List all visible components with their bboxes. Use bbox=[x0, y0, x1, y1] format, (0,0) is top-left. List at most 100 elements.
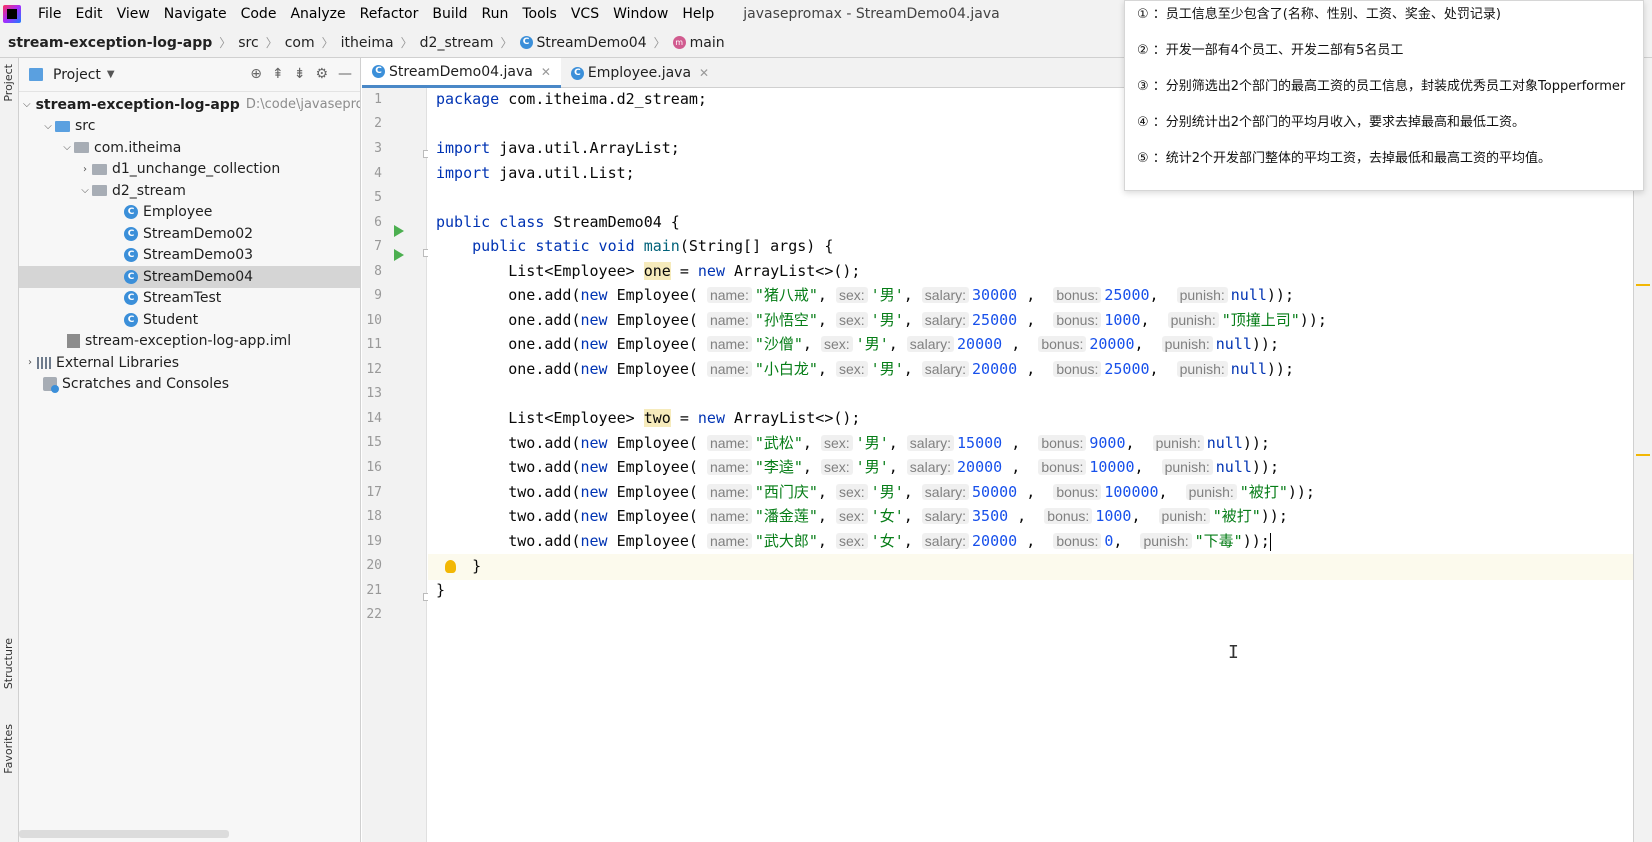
project-tool-tab[interactable]: Project bbox=[2, 64, 15, 102]
menu-help[interactable]: Help bbox=[675, 6, 721, 22]
tree-item-file[interactable]: C StreamDemo03 bbox=[19, 245, 360, 267]
code-text: } bbox=[436, 581, 446, 599]
chevron-down-icon[interactable]: ⌵ bbox=[78, 185, 92, 196]
code-text: } bbox=[472, 557, 482, 575]
code-text: two bbox=[508, 434, 536, 452]
tree-item-src[interactable]: ⌵ src bbox=[19, 116, 360, 138]
chevron-right-icon[interactable]: › bbox=[23, 357, 37, 368]
warning-marker[interactable] bbox=[1636, 454, 1650, 456]
code-line-17: two.add(new Employee( name: "西门庆", sex: '男… bbox=[508, 483, 1315, 501]
param-hint: salary: bbox=[921, 312, 970, 328]
menu-view[interactable]: View bbox=[110, 6, 157, 22]
tree-item-d1[interactable]: › d1_unchange_collection bbox=[19, 159, 360, 181]
tab-employee[interactable]: C Employee.java ✕ bbox=[561, 58, 719, 88]
line-number: 20 bbox=[366, 558, 382, 573]
line-number: 12 bbox=[366, 362, 382, 377]
source-folder-icon bbox=[55, 120, 70, 132]
param-hint: name: bbox=[706, 459, 752, 475]
tree-item-package[interactable]: ⌵ com.itheima bbox=[19, 137, 360, 159]
code-editor[interactable]: package com.itheima.d2_stream; import ja… bbox=[428, 88, 1652, 842]
chevron-down-icon[interactable]: ⌵ bbox=[41, 121, 55, 132]
breadcrumb-itheima[interactable]: itheima bbox=[341, 35, 394, 51]
tab-label: Employee.java bbox=[587, 65, 692, 81]
minimize-icon[interactable]: — bbox=[338, 66, 352, 82]
chevron-down-icon[interactable]: ⌵ bbox=[60, 142, 74, 153]
breadcrumb-src[interactable]: src bbox=[238, 35, 258, 51]
menu-tools[interactable]: Tools bbox=[515, 6, 564, 22]
breadcrumb-project[interactable]: stream-exception-log-app bbox=[8, 35, 212, 51]
menu-build[interactable]: Build bbox=[425, 6, 474, 22]
breadcrumb-com[interactable]: com bbox=[285, 35, 315, 51]
expand-all-icon[interactable]: ⇞ bbox=[272, 66, 284, 82]
run-main-icon[interactable] bbox=[394, 249, 404, 261]
tab-streamdemo04[interactable]: C StreamDemo04.java ✕ bbox=[362, 58, 561, 88]
string-literal: "潘金莲" bbox=[754, 507, 818, 525]
gear-icon[interactable]: ⚙ bbox=[315, 66, 328, 82]
favorites-tool-tab[interactable]: Favorites bbox=[2, 724, 15, 774]
tree-item-file[interactable]: C Employee bbox=[19, 202, 360, 224]
param-hint: punish: bbox=[1158, 508, 1210, 524]
structure-tool-tab[interactable]: Structure bbox=[2, 638, 15, 689]
chevron-right-icon[interactable]: › bbox=[78, 164, 92, 175]
line-number: 13 bbox=[366, 386, 382, 401]
tree-item-external-libraries[interactable]: › External Libraries bbox=[19, 352, 360, 374]
requirement-item: ③ ：分别筛选出2个部门的最高工资的员工信息，封装成优秀员工对象Topperfo… bbox=[1137, 79, 1626, 94]
tree-item-d2[interactable]: ⌵ d2_stream bbox=[19, 180, 360, 202]
breadcrumb-separator-icon: 〉 bbox=[265, 36, 278, 50]
number-literal: 30000 bbox=[972, 286, 1018, 304]
menu-file[interactable]: File bbox=[31, 6, 68, 22]
line-number: 6 bbox=[374, 215, 382, 230]
code-text: )); bbox=[1266, 286, 1294, 304]
project-horizontal-scrollbar[interactable] bbox=[19, 830, 229, 838]
code-text: Employee( bbox=[607, 311, 698, 329]
param-hint: salary: bbox=[906, 336, 955, 352]
line-number: 22 bbox=[366, 607, 382, 622]
code-line-14: List<Employee> two = new ArrayList<>(); bbox=[436, 405, 860, 431]
line-number: 17 bbox=[366, 485, 382, 500]
menu-analyze[interactable]: Analyze bbox=[283, 6, 352, 22]
line-number: 21 bbox=[366, 583, 382, 598]
menu-window[interactable]: Window bbox=[606, 6, 675, 22]
menu-vcs[interactable]: VCS bbox=[564, 6, 606, 22]
collapse-all-icon[interactable]: ⇟ bbox=[294, 66, 306, 82]
window-title: javasepromax - StreamDemo04.java bbox=[743, 6, 1000, 22]
run-class-icon[interactable] bbox=[394, 225, 404, 237]
chevron-down-icon[interactable]: ▼ bbox=[107, 69, 115, 80]
menu-edit[interactable]: Edit bbox=[68, 6, 109, 22]
breadcrumb-d2-stream[interactable]: d2_stream bbox=[420, 35, 494, 51]
warning-marker[interactable] bbox=[1636, 284, 1650, 286]
tree-item-file[interactable]: C Student bbox=[19, 309, 360, 331]
number-literal: 15000 bbox=[957, 434, 1003, 452]
menu-code[interactable]: Code bbox=[234, 6, 284, 22]
param-hint: sex: bbox=[820, 459, 853, 475]
menu-run[interactable]: Run bbox=[475, 6, 516, 22]
code-text: )); bbox=[1299, 311, 1327, 329]
tree-item-root[interactable]: ⌵ stream-exception-log-app D:\code\javas… bbox=[19, 94, 360, 116]
tree-item-label: StreamDemo02 bbox=[143, 225, 254, 242]
tree-item-file[interactable]: C StreamDemo02 bbox=[19, 223, 360, 245]
menu-navigate[interactable]: Navigate bbox=[157, 6, 234, 22]
keyword: new bbox=[580, 532, 608, 550]
code-line-1: package com.itheima.d2_stream; bbox=[436, 86, 707, 112]
project-panel-title[interactable]: Project bbox=[53, 67, 101, 83]
chevron-down-icon[interactable]: ⌵ bbox=[23, 99, 31, 110]
keyword: new bbox=[580, 483, 608, 501]
line-number: 15 bbox=[366, 435, 382, 450]
tree-item-iml[interactable]: stream-exception-log-app.iml bbox=[19, 331, 360, 353]
param-hint: sex: bbox=[820, 336, 853, 352]
tree-item-label: Employee bbox=[143, 204, 213, 221]
breadcrumb-class[interactable]: C StreamDemo04 bbox=[519, 35, 647, 51]
breadcrumb-method[interactable]: m main bbox=[672, 35, 725, 51]
string-literal: "顶撞上司" bbox=[1221, 311, 1300, 329]
code-line-19: two.add(new Employee( name: "武大郎", sex: '女… bbox=[508, 532, 1271, 551]
keyword: public class bbox=[436, 213, 545, 231]
locate-icon[interactable]: ⊕ bbox=[250, 66, 262, 82]
close-icon[interactable]: ✕ bbox=[699, 66, 709, 80]
close-icon[interactable]: ✕ bbox=[541, 65, 551, 79]
tree-item-file-selected[interactable]: C StreamDemo04 bbox=[19, 266, 360, 288]
param-hint: name: bbox=[706, 533, 752, 549]
tree-item-file[interactable]: C StreamTest bbox=[19, 288, 360, 310]
menu-refactor[interactable]: Refactor bbox=[353, 6, 426, 22]
string-literal: "李逵" bbox=[754, 458, 803, 476]
tree-item-scratches[interactable]: Scratches and Consoles bbox=[19, 374, 360, 396]
